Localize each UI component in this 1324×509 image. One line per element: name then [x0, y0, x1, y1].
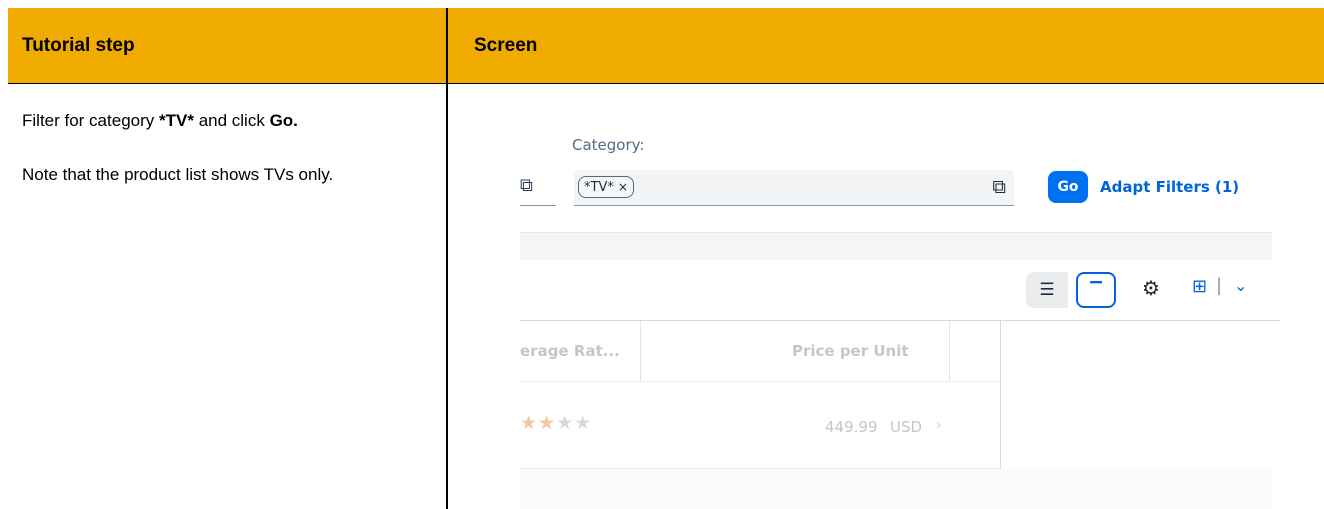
value-help-icon[interactable]: ⧉ — [992, 176, 1006, 198]
adapt-filters-link[interactable]: Adapt Filters (1) — [1100, 178, 1239, 196]
column-header-price-per-unit[interactable]: Price per Unit — [792, 342, 909, 360]
standard-view-icon[interactable]: ▔ — [1076, 272, 1116, 308]
row-navigation-icon[interactable]: › — [936, 416, 942, 434]
price-value: 449.99 — [825, 418, 878, 436]
screen-capture: Category: ⧉ *TV* × ⧉ Go Adapt Filters (1… — [520, 120, 1280, 509]
header-screen: Screen — [474, 34, 538, 56]
category-label: Category: — [572, 136, 645, 154]
tutorial-table: Tutorial step Screen Filter for category… — [0, 0, 1324, 509]
header-row: Tutorial step Screen — [8, 8, 1324, 83]
header-tutorial-step: Tutorial step — [22, 34, 135, 56]
rating-stars: ★★★★ — [520, 412, 592, 434]
row-divider — [8, 83, 1324, 84]
filter-bar-separator — [520, 232, 1272, 260]
token-text: *TV* — [584, 179, 614, 195]
step-text-prefix: Filter for category — [22, 111, 159, 130]
settings-gear-icon[interactable]: ⚙ — [1142, 276, 1160, 300]
column-separator — [640, 321, 641, 381]
star-filled-icon: ★ — [520, 412, 539, 434]
step-instruction: Filter for category *TV* and click Go. — [22, 110, 432, 131]
export-icon[interactable]: ⊞ — [1192, 276, 1207, 297]
table-top-border — [520, 320, 1280, 321]
chevron-down-icon[interactable]: ⌄ — [1234, 276, 1247, 295]
star-empty-icon: ★ — [574, 412, 593, 434]
star-empty-icon: ★ — [556, 412, 575, 434]
value-help-icon[interactable]: ⧉ — [520, 175, 533, 196]
table-footer-area — [520, 469, 1272, 509]
star-filled-icon: ★ — [538, 412, 557, 434]
step-go-label: Go. — [269, 111, 298, 130]
column-separator — [949, 321, 950, 381]
step-text-mid: and click — [193, 111, 270, 130]
step-category-value: *TV* — [159, 111, 194, 130]
previous-filter-field[interactable]: ⧉ — [520, 170, 556, 206]
go-button[interactable]: Go — [1048, 171, 1088, 203]
clear-token-icon[interactable]: × — [618, 180, 628, 194]
toolbar-divider: | — [1216, 275, 1223, 296]
header-bottom-border — [520, 381, 1000, 382]
category-token[interactable]: *TV* × — [578, 176, 634, 198]
step-note: Note that the product list shows TVs onl… — [22, 165, 334, 184]
currency-value: USD — [890, 418, 923, 436]
category-filter-field[interactable]: *TV* × ⧉ — [574, 170, 1014, 206]
column-header-average-rating[interactable]: erage Rat... — [520, 342, 620, 360]
condensed-view-icon[interactable]: ☰ — [1026, 272, 1068, 308]
